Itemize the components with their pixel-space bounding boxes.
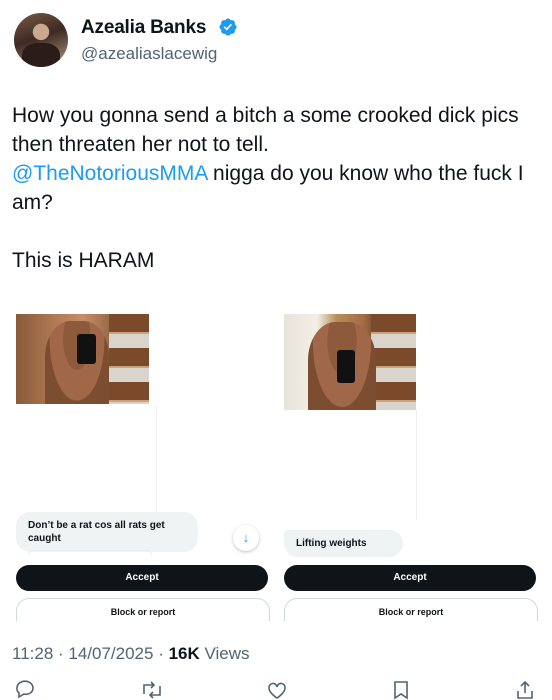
bookmark-icon[interactable]: [392, 680, 410, 700]
accept-button-2[interactable]: Accept: [284, 565, 536, 591]
display-name[interactable]: Azealia Banks: [81, 17, 206, 39]
tweet-text: How you gonna send a bitch a some crooke…: [12, 101, 532, 275]
timestamp[interactable]: 11:28 · 14/07/2025 ·: [12, 644, 169, 663]
views-label: Views: [199, 644, 250, 663]
photo-thumbnail-1[interactable]: [16, 314, 149, 404]
verified-badge-icon: [219, 18, 237, 36]
accept-button-1[interactable]: Accept: [16, 565, 268, 591]
views-count: 16K: [168, 644, 200, 663]
tweet-line-1: How you gonna send a bitch a some crooke…: [12, 104, 519, 156]
block-report-button-1[interactable]: Block or report: [16, 598, 270, 621]
mention-link[interactable]: @TheNotoriousMMA: [12, 162, 207, 185]
tweet-meta: 11:28 · 14/07/2025 · 16K Views: [12, 644, 250, 664]
message-bubble-1: Don’t be a rat cos all rats get caught: [16, 512, 198, 552]
reply-icon[interactable]: [14, 680, 36, 700]
message-bubble-2: Lifting weights: [284, 530, 403, 557]
photo-thumbnail-2[interactable]: [284, 314, 416, 410]
like-icon[interactable]: [266, 680, 288, 700]
message-input: [28, 550, 152, 555]
handle[interactable]: @azealiaslacewig: [81, 44, 217, 64]
arrow-down-icon[interactable]: ↓: [233, 525, 259, 551]
block-report-button-2[interactable]: Block or report: [284, 598, 538, 621]
avatar[interactable]: [14, 13, 68, 67]
tweet-line-3: This is HARAM: [12, 249, 155, 272]
share-icon[interactable]: [515, 680, 535, 700]
retweet-icon[interactable]: [140, 680, 164, 700]
